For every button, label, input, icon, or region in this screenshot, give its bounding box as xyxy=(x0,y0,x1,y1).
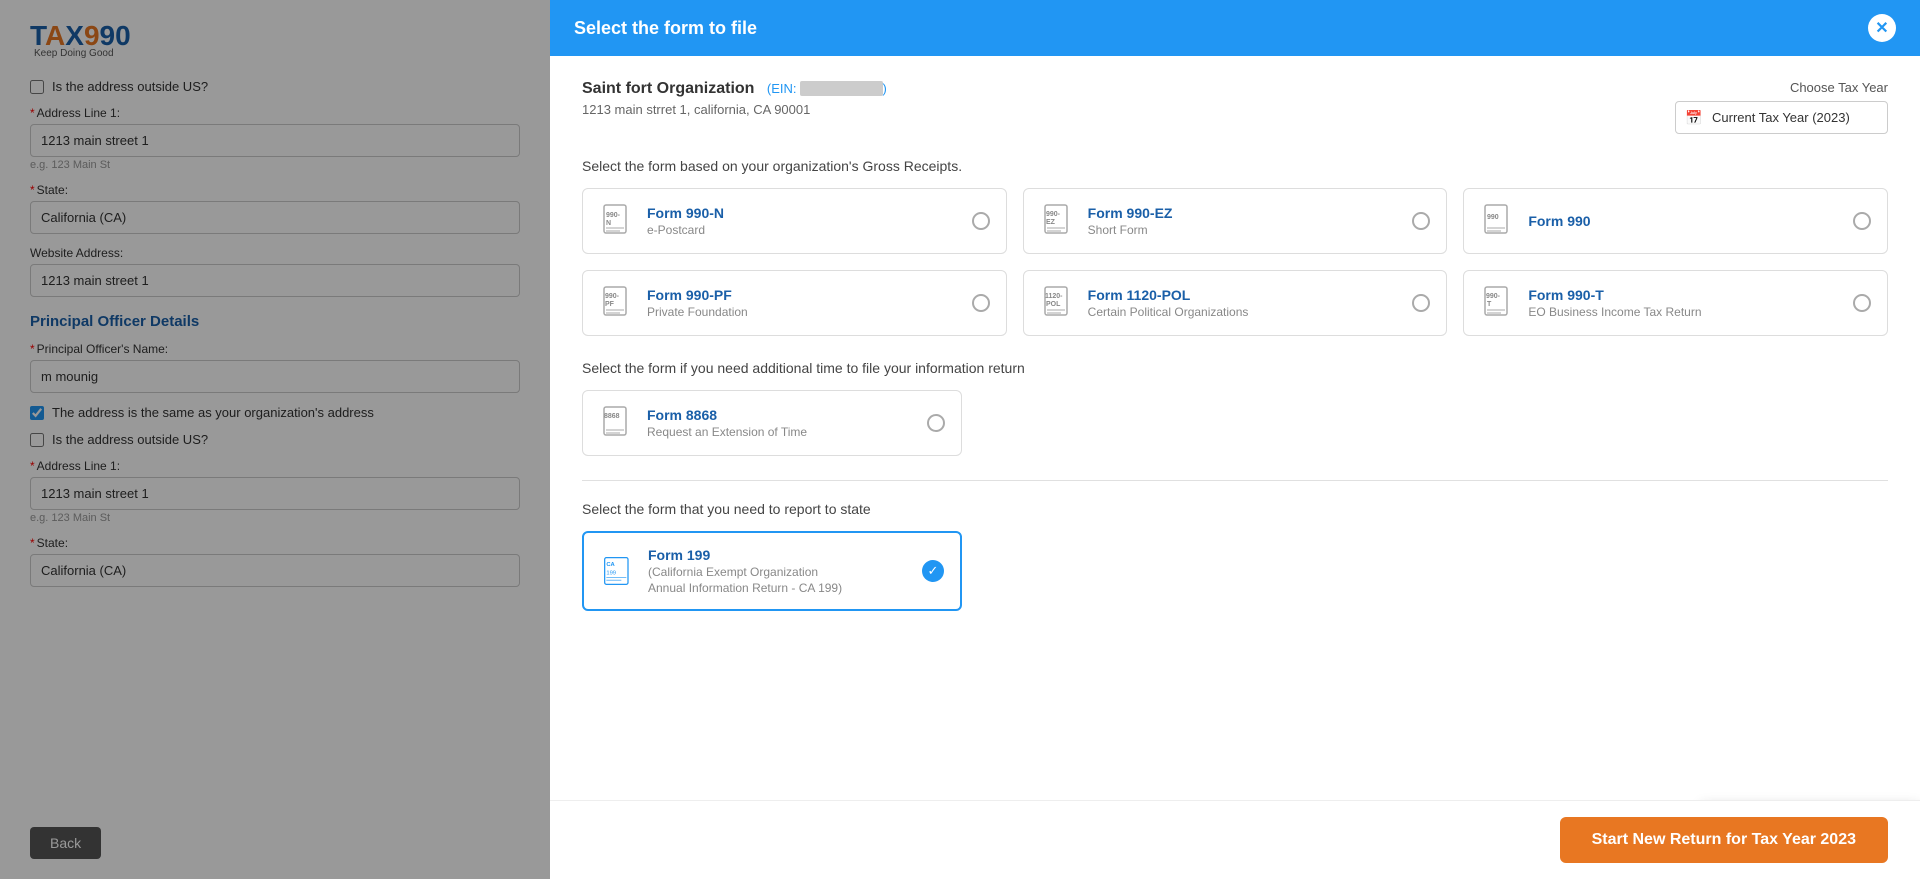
form-1120pol-info: Form 1120-POL Certain Political Organiza… xyxy=(1088,287,1249,319)
form-990pf-desc: Private Foundation xyxy=(647,305,748,319)
form-990t-radio[interactable] xyxy=(1853,294,1871,312)
svg-text:990-: 990- xyxy=(605,293,620,300)
form-990pf-name: Form 990-PF xyxy=(647,287,748,303)
svg-text:8868: 8868 xyxy=(604,413,620,420)
form-990n-card[interactable]: 990- N Form 990-N e-Postcard xyxy=(582,188,1007,254)
form-199-checkmark[interactable] xyxy=(922,560,944,582)
svg-text:990-: 990- xyxy=(1046,211,1061,218)
gross-receipts-forms-grid: 990- N Form 990-N e-Postcard xyxy=(582,188,1888,336)
form-1120pol-radio[interactable] xyxy=(1412,294,1430,312)
form-990n-name: Form 990-N xyxy=(647,205,724,221)
form-199-left: CA 199 Form 199 (California Exempt Organ… xyxy=(600,547,842,595)
form-990n-desc: e-Postcard xyxy=(647,223,724,237)
form-990n-radio[interactable] xyxy=(972,212,990,230)
start-return-button[interactable]: Start New Return for Tax Year 2023 xyxy=(1560,817,1888,863)
extension-form-area: 8868 Form 8868 Request an Extension of T… xyxy=(582,390,962,456)
form-8868-left: 8868 Form 8868 Request an Extension of T… xyxy=(599,405,807,441)
form-199-name: Form 199 xyxy=(648,547,842,563)
org-name-row: Saint fort Organization (EIN: XX-XXXXXXX… xyxy=(582,80,887,98)
form-990ez-left: 990- EZ Form 990-EZ Short Form xyxy=(1040,203,1173,239)
form-990ez-name: Form 990-EZ xyxy=(1088,205,1173,221)
form-1120pol-icon: 1120- POL xyxy=(1040,285,1076,321)
form-990ez-desc: Short Form xyxy=(1088,223,1173,237)
form-990n-info: Form 990-N e-Postcard xyxy=(647,205,724,237)
modal-header: Select the form to file ✕ xyxy=(550,0,1920,56)
form-199-desc1: (California Exempt Organization xyxy=(648,565,842,579)
form-990pf-left: 990- PF Form 990-PF Private Foundation xyxy=(599,285,748,321)
form-990-left: 990 Form 990 xyxy=(1480,203,1590,239)
modal-close-button[interactable]: ✕ xyxy=(1868,14,1896,42)
modal-footer: Start New Return for Tax Year 2023 xyxy=(550,800,1920,879)
tax-year-section: Choose Tax Year 📅 Current Tax Year (2023… xyxy=(1675,80,1888,134)
form-8868-icon: 8868 xyxy=(599,405,635,441)
form-990n-left: 990- N Form 990-N e-Postcard xyxy=(599,203,724,239)
tax-year-select[interactable]: Current Tax Year (2023) Tax Year (2022) … xyxy=(1675,101,1888,134)
org-name: Saint fort Organization xyxy=(582,80,754,97)
form-990pf-card[interactable]: 990- PF Form 990-PF Private Foundation xyxy=(582,270,1007,336)
section-divider xyxy=(582,480,1888,481)
form-990t-icon: 990- T xyxy=(1480,285,1516,321)
svg-text:990-: 990- xyxy=(606,212,621,219)
form-8868-name: Form 8868 xyxy=(647,407,807,423)
form-8868-radio[interactable] xyxy=(927,414,945,432)
form-990-radio[interactable] xyxy=(1853,212,1871,230)
ein-value: XX-XXXXXXX xyxy=(800,81,882,96)
form-8868-desc: Request an Extension of Time xyxy=(647,425,807,439)
form-990pf-icon: 990- PF xyxy=(599,285,635,321)
tax-year-select-wrapper: 📅 Current Tax Year (2023) Tax Year (2022… xyxy=(1675,101,1888,134)
form-199-info: Form 199 (California Exempt Organization… xyxy=(648,547,842,595)
form-990-card[interactable]: 990 Form 990 xyxy=(1463,188,1888,254)
form-199-desc2: Annual Information Return - CA 199) xyxy=(648,581,842,595)
state-heading: Select the form that you need to report … xyxy=(582,501,1888,517)
form-990-info: Form 990 xyxy=(1528,213,1590,229)
form-1120pol-left: 1120- POL Form 1120-POL Certain Politica… xyxy=(1040,285,1249,321)
form-990t-card[interactable]: 990- T Form 990-T EO Business Income Tax… xyxy=(1463,270,1888,336)
form-990t-name: Form 990-T xyxy=(1528,287,1701,303)
org-details: Saint fort Organization (EIN: XX-XXXXXXX… xyxy=(582,80,887,117)
modal-dialog: Select the form to file ✕ Saint fort Org… xyxy=(550,0,1920,879)
svg-text:EZ: EZ xyxy=(1046,219,1056,226)
svg-text:990-: 990- xyxy=(1486,293,1501,300)
form-990n-icon: 990- N xyxy=(599,203,635,239)
form-8868-card[interactable]: 8868 Form 8868 Request an Extension of T… xyxy=(582,390,962,456)
extension-heading: Select the form if you need additional t… xyxy=(582,360,1888,376)
svg-text:1120-: 1120- xyxy=(1045,293,1063,300)
modal-title: Select the form to file xyxy=(574,18,757,39)
form-1120pol-desc: Certain Political Organizations xyxy=(1088,305,1249,319)
form-199-card[interactable]: CA 199 Form 199 (California Exempt Organ… xyxy=(582,531,962,611)
form-990ez-radio[interactable] xyxy=(1412,212,1430,230)
form-990-icon: 990 xyxy=(1480,203,1516,239)
form-990t-info: Form 990-T EO Business Income Tax Return xyxy=(1528,287,1701,319)
calendar-icon: 📅 xyxy=(1685,109,1702,126)
form-990t-desc: EO Business Income Tax Return xyxy=(1528,305,1701,319)
close-icon: ✕ xyxy=(1875,18,1888,38)
org-address: 1213 main strret 1, california, CA 90001 xyxy=(582,102,887,117)
form-990pf-radio[interactable] xyxy=(972,294,990,312)
gross-receipts-heading: Select the form based on your organizati… xyxy=(582,158,1888,174)
svg-text:N: N xyxy=(606,220,611,227)
form-990pf-info: Form 990-PF Private Foundation xyxy=(647,287,748,319)
form-8868-info: Form 8868 Request an Extension of Time xyxy=(647,407,807,439)
form-1120pol-card[interactable]: 1120- POL Form 1120-POL Certain Politica… xyxy=(1023,270,1448,336)
svg-text:POL: POL xyxy=(1046,301,1061,308)
svg-text:199: 199 xyxy=(606,570,616,576)
form-1120pol-name: Form 1120-POL xyxy=(1088,287,1249,303)
svg-text:T: T xyxy=(1487,301,1492,308)
svg-text:PF: PF xyxy=(605,301,615,308)
tax-year-label: Choose Tax Year xyxy=(1790,80,1888,95)
form-199-icon: CA 199 xyxy=(600,553,636,589)
svg-text:990: 990 xyxy=(1487,214,1499,221)
ein-label: EIN: xyxy=(771,81,796,96)
form-990ez-icon: 990- EZ xyxy=(1040,203,1076,239)
form-990-name: Form 990 xyxy=(1528,213,1590,229)
svg-text:CA: CA xyxy=(606,562,615,568)
modal-body: Saint fort Organization (EIN: XX-XXXXXXX… xyxy=(550,56,1920,800)
form-990ez-card[interactable]: 990- EZ Form 990-EZ Short Form xyxy=(1023,188,1448,254)
org-info-row: Saint fort Organization (EIN: XX-XXXXXXX… xyxy=(582,80,1888,134)
form-990t-left: 990- T Form 990-T EO Business Income Tax… xyxy=(1480,285,1701,321)
org-ein: (EIN: XX-XXXXXXX) xyxy=(767,81,887,96)
form-990ez-info: Form 990-EZ Short Form xyxy=(1088,205,1173,237)
